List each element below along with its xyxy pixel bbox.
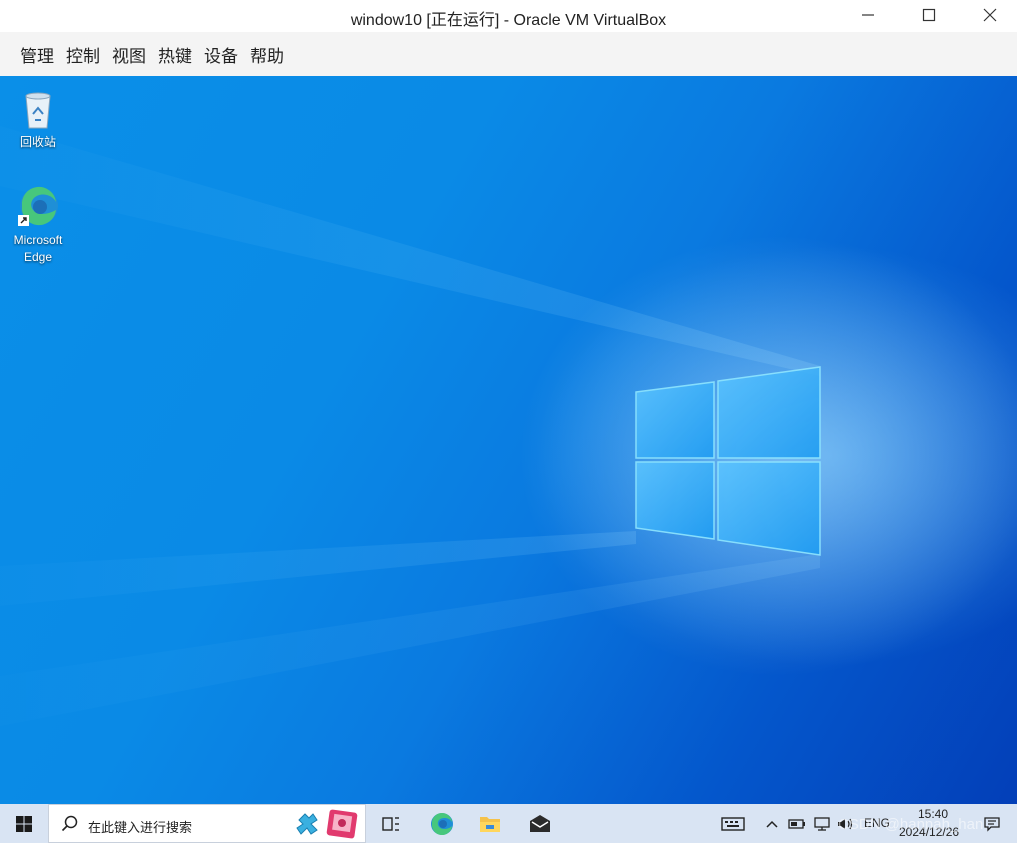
menu-manage[interactable]: 管理 (14, 42, 60, 67)
edge-icon (431, 812, 453, 836)
desktop-icon-edge[interactable]: Microsoft Edge (2, 182, 74, 266)
desktop-icon-label-line2: Edge (23, 250, 53, 264)
battery-icon (788, 819, 805, 829)
guest-desktop[interactable]: 回收站 Microsoft Edge (0, 76, 1017, 804)
search-icon (61, 815, 79, 833)
tray-notification-badge[interactable] (717, 808, 749, 840)
desktop-icon-recycle-bin[interactable]: 回收站 (2, 84, 74, 151)
chevron-up-icon (766, 820, 778, 828)
task-view-button[interactable] (375, 808, 407, 840)
tray-show-hidden-button[interactable] (760, 808, 784, 840)
menu-devices[interactable]: 设备 (198, 42, 244, 67)
menu-view[interactable]: 视图 (106, 42, 152, 67)
watermark-text: CSDN @hannah_han (838, 816, 984, 833)
search-placeholder: 在此键入进行搜索 (88, 821, 193, 836)
recycle-bin-icon (14, 84, 62, 132)
start-button[interactable] (0, 804, 48, 843)
maximize-icon (922, 8, 936, 22)
notification-icon (984, 817, 1000, 832)
close-icon (983, 8, 997, 22)
search-highlight-icon (293, 810, 321, 838)
mail-icon (530, 815, 550, 832)
windows-wallpaper (0, 126, 1017, 726)
menu-hotkeys[interactable]: 热键 (152, 42, 198, 67)
taskbar-file-explorer-button[interactable] (474, 808, 506, 840)
windows-logo-icon (16, 815, 32, 832)
edge-icon (14, 182, 62, 230)
taskbar-mail-button[interactable] (524, 808, 556, 840)
file-explorer-icon (480, 817, 500, 832)
minimize-icon (862, 14, 874, 16)
menu-bar: 管理 控制 视图 热键 设备 帮助 (0, 32, 1017, 76)
minimize-button[interactable] (845, 0, 891, 30)
maximize-button[interactable] (906, 0, 952, 30)
desktop-icon-label-line1: Microsoft (13, 233, 63, 247)
taskbar-edge-button[interactable] (426, 808, 458, 840)
tray-network[interactable] (810, 808, 834, 840)
menu-control[interactable]: 控制 (60, 42, 106, 67)
action-center-button[interactable] (980, 808, 1004, 840)
search-highlight-image (325, 808, 359, 840)
tray-battery[interactable] (786, 808, 808, 840)
window-title-bar[interactable]: window10 [正在运行] - Oracle VM VirtualBox (0, 0, 1017, 32)
close-button[interactable] (967, 0, 1013, 30)
task-view-icon (382, 817, 399, 831)
network-icon (814, 817, 830, 831)
desktop-icon-label: 回收站 (19, 135, 56, 149)
keyboard-icon (721, 817, 745, 831)
taskbar-search-box[interactable]: 在此键入进行搜索 (48, 804, 366, 843)
menu-help[interactable]: 帮助 (244, 42, 290, 67)
